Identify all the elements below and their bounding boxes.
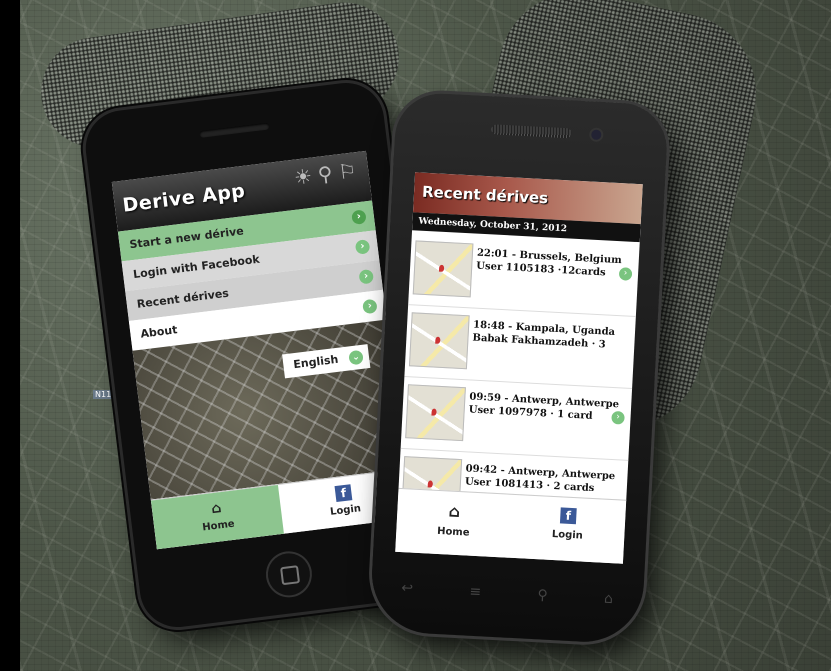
language-label: English (292, 352, 340, 372)
chevron-right-icon: › (351, 209, 367, 225)
menu-item-label: Start a new dérive (128, 224, 245, 252)
android-speaker (491, 124, 572, 139)
tab-label: Login (551, 528, 584, 542)
facebook-icon: f (334, 484, 353, 503)
chevron-right-icon: › (611, 410, 625, 425)
list-item[interactable]: 22:01 - Brussels, Belgium User 1105183 ·… (408, 232, 640, 318)
home-icon: ⌂ (210, 500, 223, 518)
search-icon[interactable]: ⚲ (537, 587, 548, 608)
menu-item-label: Recent dérives (136, 286, 230, 311)
iphone-home-button[interactable] (265, 550, 313, 598)
walking-figures-icon: ☀⚲⚐ (292, 157, 364, 190)
page-title: Recent dérives (421, 182, 549, 208)
android-soft-keys: ↩ ≡ ⚲ ⌂ (401, 580, 614, 611)
chevron-right-icon: › (358, 268, 375, 285)
facebook-icon: f (559, 507, 577, 525)
android-screen: Recent dérives Wednesday, October 31, 20… (395, 172, 643, 564)
chevron-down-icon: ⌄ (348, 349, 364, 366)
tab-home[interactable]: ⌂ Home (395, 489, 512, 559)
android-device: Recent dérives Wednesday, October 31, 20… (369, 91, 669, 645)
back-icon[interactable]: ↩ (401, 580, 414, 601)
iphone-screen: Derive App ☀⚲⚐ Start a new dérive › Logi… (111, 150, 411, 550)
chevron-right-icon: › (354, 239, 371, 255)
map-thumbnail (405, 384, 466, 442)
front-camera (591, 129, 602, 140)
menu-icon[interactable]: ≡ (469, 584, 482, 605)
list-item[interactable]: 18:48 - Kampala, Uganda Babak Fakhamzade… (404, 304, 636, 389)
home-icon: ⌂ (448, 501, 461, 522)
map-thumbnail (412, 240, 474, 298)
tab-label: Home (436, 525, 470, 539)
map-thumbnail (408, 312, 470, 370)
chevron-right-icon: › (618, 267, 633, 281)
list-item[interactable]: 09:59 - Antwerp, Antwerpe User 1097978 ·… (400, 376, 633, 461)
app-title: Derive App (121, 179, 247, 217)
chevron-right-icon: › (362, 298, 378, 315)
home-icon[interactable]: ⌂ (604, 591, 614, 611)
tab-bar: ⌂ Home f Login (395, 487, 627, 564)
menu-item-label: About (139, 323, 179, 341)
tab-label: Home (201, 518, 236, 534)
iphone-speaker (199, 122, 270, 138)
tab-login[interactable]: f Login (509, 495, 626, 564)
tab-label: Login (329, 503, 362, 518)
